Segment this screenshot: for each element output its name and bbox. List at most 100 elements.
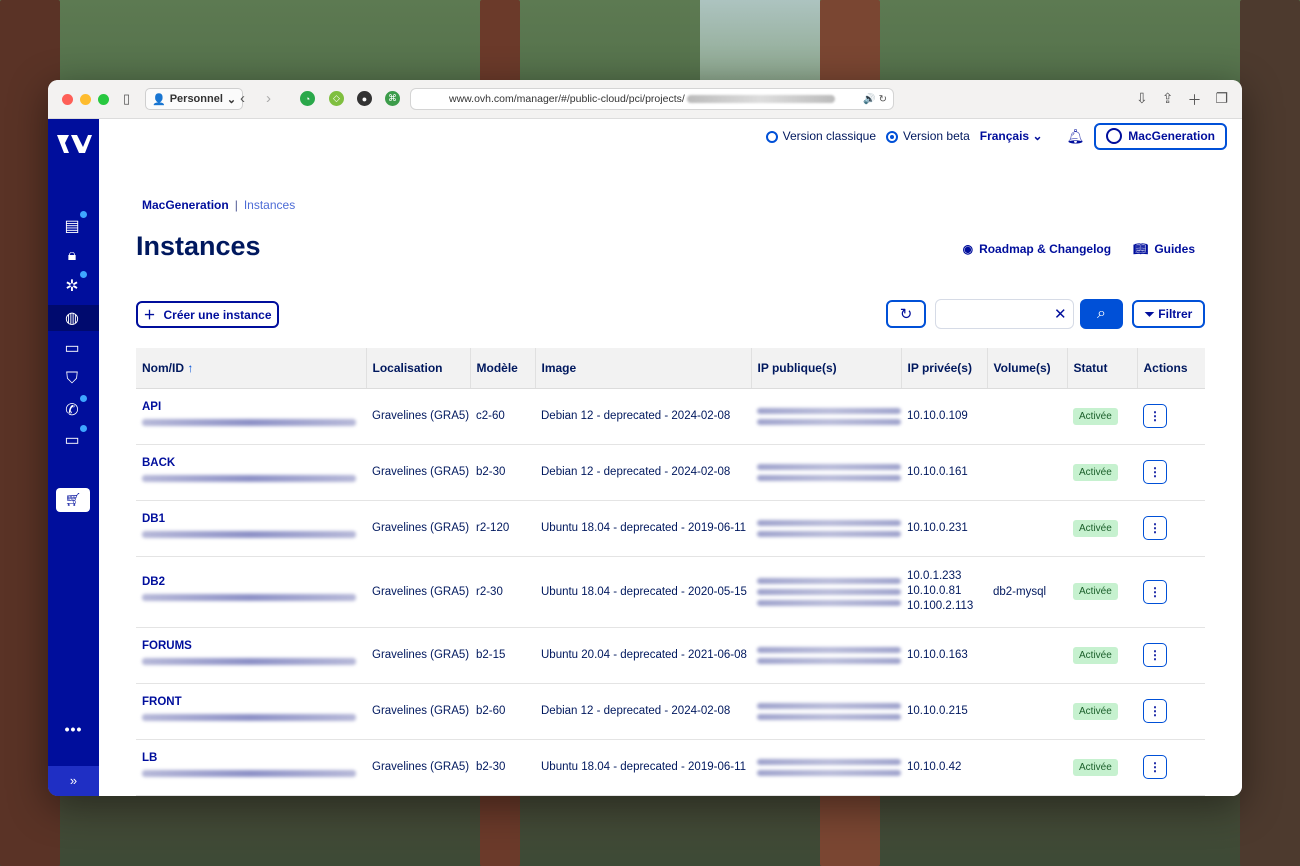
extension-icon[interactable]: ⌘ [385, 91, 400, 106]
column-header-public-ip: IP publique(s) [751, 348, 902, 389]
version-beta-option[interactable]: Version beta [886, 129, 970, 143]
more-menu-button[interactable]: ••• [48, 721, 99, 737]
actions-cell: ⋮ [1137, 388, 1205, 445]
share-icon[interactable]: ⇪ [1162, 90, 1174, 110]
instance-name-link[interactable]: LB [142, 752, 366, 764]
radio-unchecked[interactable] [765, 130, 778, 143]
audio-translate-reload-icon[interactable]: 🔊 ↻ [863, 94, 887, 105]
status-cell: Activée [1067, 627, 1137, 684]
status-cell: Activée [1067, 500, 1137, 557]
instance-name-link[interactable]: BACK [142, 457, 366, 469]
row-actions-button[interactable]: ⋮ [1143, 404, 1167, 428]
header-label: Nom/ID [142, 360, 184, 375]
zoom-window-button[interactable] [98, 93, 109, 105]
row-actions-button[interactable]: ⋮ [1143, 755, 1167, 779]
toolbar-right: ⇩ ⇪ ＋ ❐ [1136, 90, 1228, 110]
language-selector[interactable]: Français ⌄ [980, 129, 1043, 143]
extension-icon[interactable]: ◇ [329, 91, 344, 106]
instance-name-link[interactable]: FRONT [142, 696, 366, 708]
row-actions-button[interactable]: ⋮ [1143, 579, 1167, 604]
search-button[interactable]: ⌕ [1080, 299, 1123, 329]
back-icon[interactable]: ‹ [240, 90, 245, 107]
tabs-overview-icon[interactable]: ❐ [1215, 90, 1228, 110]
location-cell: Gravelines (GRA5) [366, 739, 470, 796]
user-icon [1106, 128, 1123, 144]
globe-icon[interactable]: ◍ [61, 307, 83, 329]
volumes-cell [987, 683, 1067, 740]
public-ip-cell [751, 388, 901, 445]
table-row: FRONT Gravelines (GRA5) b2-60 Debian 12 … [136, 683, 1205, 740]
cart-button[interactable]: 🛒︎ [56, 488, 90, 512]
chevron-down-icon: ⌄ [1032, 129, 1043, 143]
sidebar-toggle-icon[interactable]: ▯ [123, 91, 130, 107]
extension-icon[interactable]: ● [357, 91, 372, 106]
row-actions-button[interactable]: ⋮ [1143, 643, 1167, 667]
cart-icon: 🛒︎ [64, 492, 82, 507]
notification-dot [80, 425, 87, 432]
instance-id-redacted [142, 657, 356, 665]
extension-icon[interactable]: ◔ [300, 91, 315, 106]
server-icon[interactable]: ▤ [61, 211, 87, 237]
lock-icon[interactable]: 🔒︎ [61, 245, 83, 267]
guides-label: Guides [1154, 242, 1195, 256]
table-row: DB1 Gravelines (GRA5) r2-120 Ubuntu 18.0… [136, 500, 1205, 557]
table-row: DB2 Gravelines (GRA5) r2-30 Ubuntu 18.04… [136, 556, 1205, 628]
notification-dot [80, 211, 87, 218]
public-ip-redacted [757, 463, 901, 470]
model-cell: b2-30 [470, 739, 535, 796]
instance-name-link[interactable]: DB1 [142, 513, 366, 525]
forward-icon[interactable]: › [266, 90, 271, 107]
close-window-button[interactable] [62, 93, 73, 105]
profile-selector[interactable]: 👤 Personnel ⌄ [145, 88, 244, 110]
ovh-logo[interactable] [55, 133, 93, 157]
roadmap-link[interactable]: ◉ Roadmap & Changelog [963, 242, 1112, 256]
version-classic-option[interactable]: Version classique [765, 129, 877, 143]
location-cell: Gravelines (GRA5) [366, 556, 470, 628]
phone-icon[interactable]: ✆ [61, 395, 87, 421]
public-ip-cell [751, 556, 901, 628]
main-content: Version classique Version beta Français … [99, 119, 1242, 796]
row-actions-button[interactable]: ⋮ [1143, 516, 1167, 540]
column-header-name[interactable]: Nom/ID ↑ [136, 348, 367, 389]
public-ip-redacted [757, 577, 901, 584]
instance-name-link[interactable]: API [142, 401, 366, 413]
create-instance-button[interactable]: ＋ Créer une instance [136, 301, 279, 328]
shield-icon[interactable]: ⛉ [61, 368, 83, 390]
actions-cell: ⋮ [1137, 739, 1205, 796]
private-ip: 10.10.0.42 [907, 760, 962, 773]
download-icon[interactable]: ⇩ [1136, 90, 1148, 110]
roadmap-label: Roadmap & Changelog [979, 242, 1112, 256]
minimize-window-button[interactable] [80, 93, 91, 105]
expand-sidebar-button[interactable]: » [48, 766, 99, 796]
model-cell: r2-120 [470, 500, 535, 557]
status-cell: Activée [1067, 556, 1137, 628]
new-tab-icon[interactable]: ＋ [1187, 90, 1201, 110]
address-bar[interactable]: www.ovh.com/manager/#/public-cloud/pci/p… [410, 88, 894, 110]
breadcrumb-root[interactable]: MacGeneration [142, 198, 229, 212]
bell-icon[interactable]: 🔔︎ [1067, 128, 1085, 145]
monitor-icon[interactable]: ▭ [61, 425, 87, 451]
private-ip: 10.10.0.215 [907, 704, 968, 717]
guides-link[interactable]: 📖︎ Guides [1133, 242, 1195, 256]
status-cell: Activée [1067, 388, 1137, 445]
column-header-image: Image [535, 348, 752, 389]
filter-button[interactable]: ⏷ Filtrer [1132, 300, 1205, 328]
private-ip: 10.10.0.161 [907, 465, 968, 478]
private-ip: 10.100.2.113 [907, 600, 974, 612]
row-actions-button[interactable]: ⋮ [1143, 460, 1167, 484]
version-classic-label: Version classique [782, 129, 877, 143]
account-button[interactable]: MacGeneration [1094, 122, 1227, 150]
location-cell: Gravelines (GRA5) [366, 500, 470, 557]
instance-name-link[interactable]: FORUMS [142, 640, 366, 652]
radio-checked[interactable] [886, 130, 899, 143]
network-icon[interactable]: ✲ [61, 271, 87, 297]
instance-name-link[interactable]: DB2 [142, 576, 366, 588]
name-cell: DB1 [136, 500, 366, 557]
refresh-button[interactable]: ↻ [886, 300, 926, 328]
box-icon[interactable]: ▭ [61, 337, 83, 359]
public-ip-redacted [757, 530, 901, 537]
table-row: FORUMS Gravelines (GRA5) b2-15 Ubuntu 20… [136, 627, 1205, 684]
row-actions-button[interactable]: ⋮ [1143, 699, 1167, 723]
public-ip-redacted [757, 713, 901, 720]
clear-search-icon[interactable]: ✕ [1054, 305, 1067, 323]
